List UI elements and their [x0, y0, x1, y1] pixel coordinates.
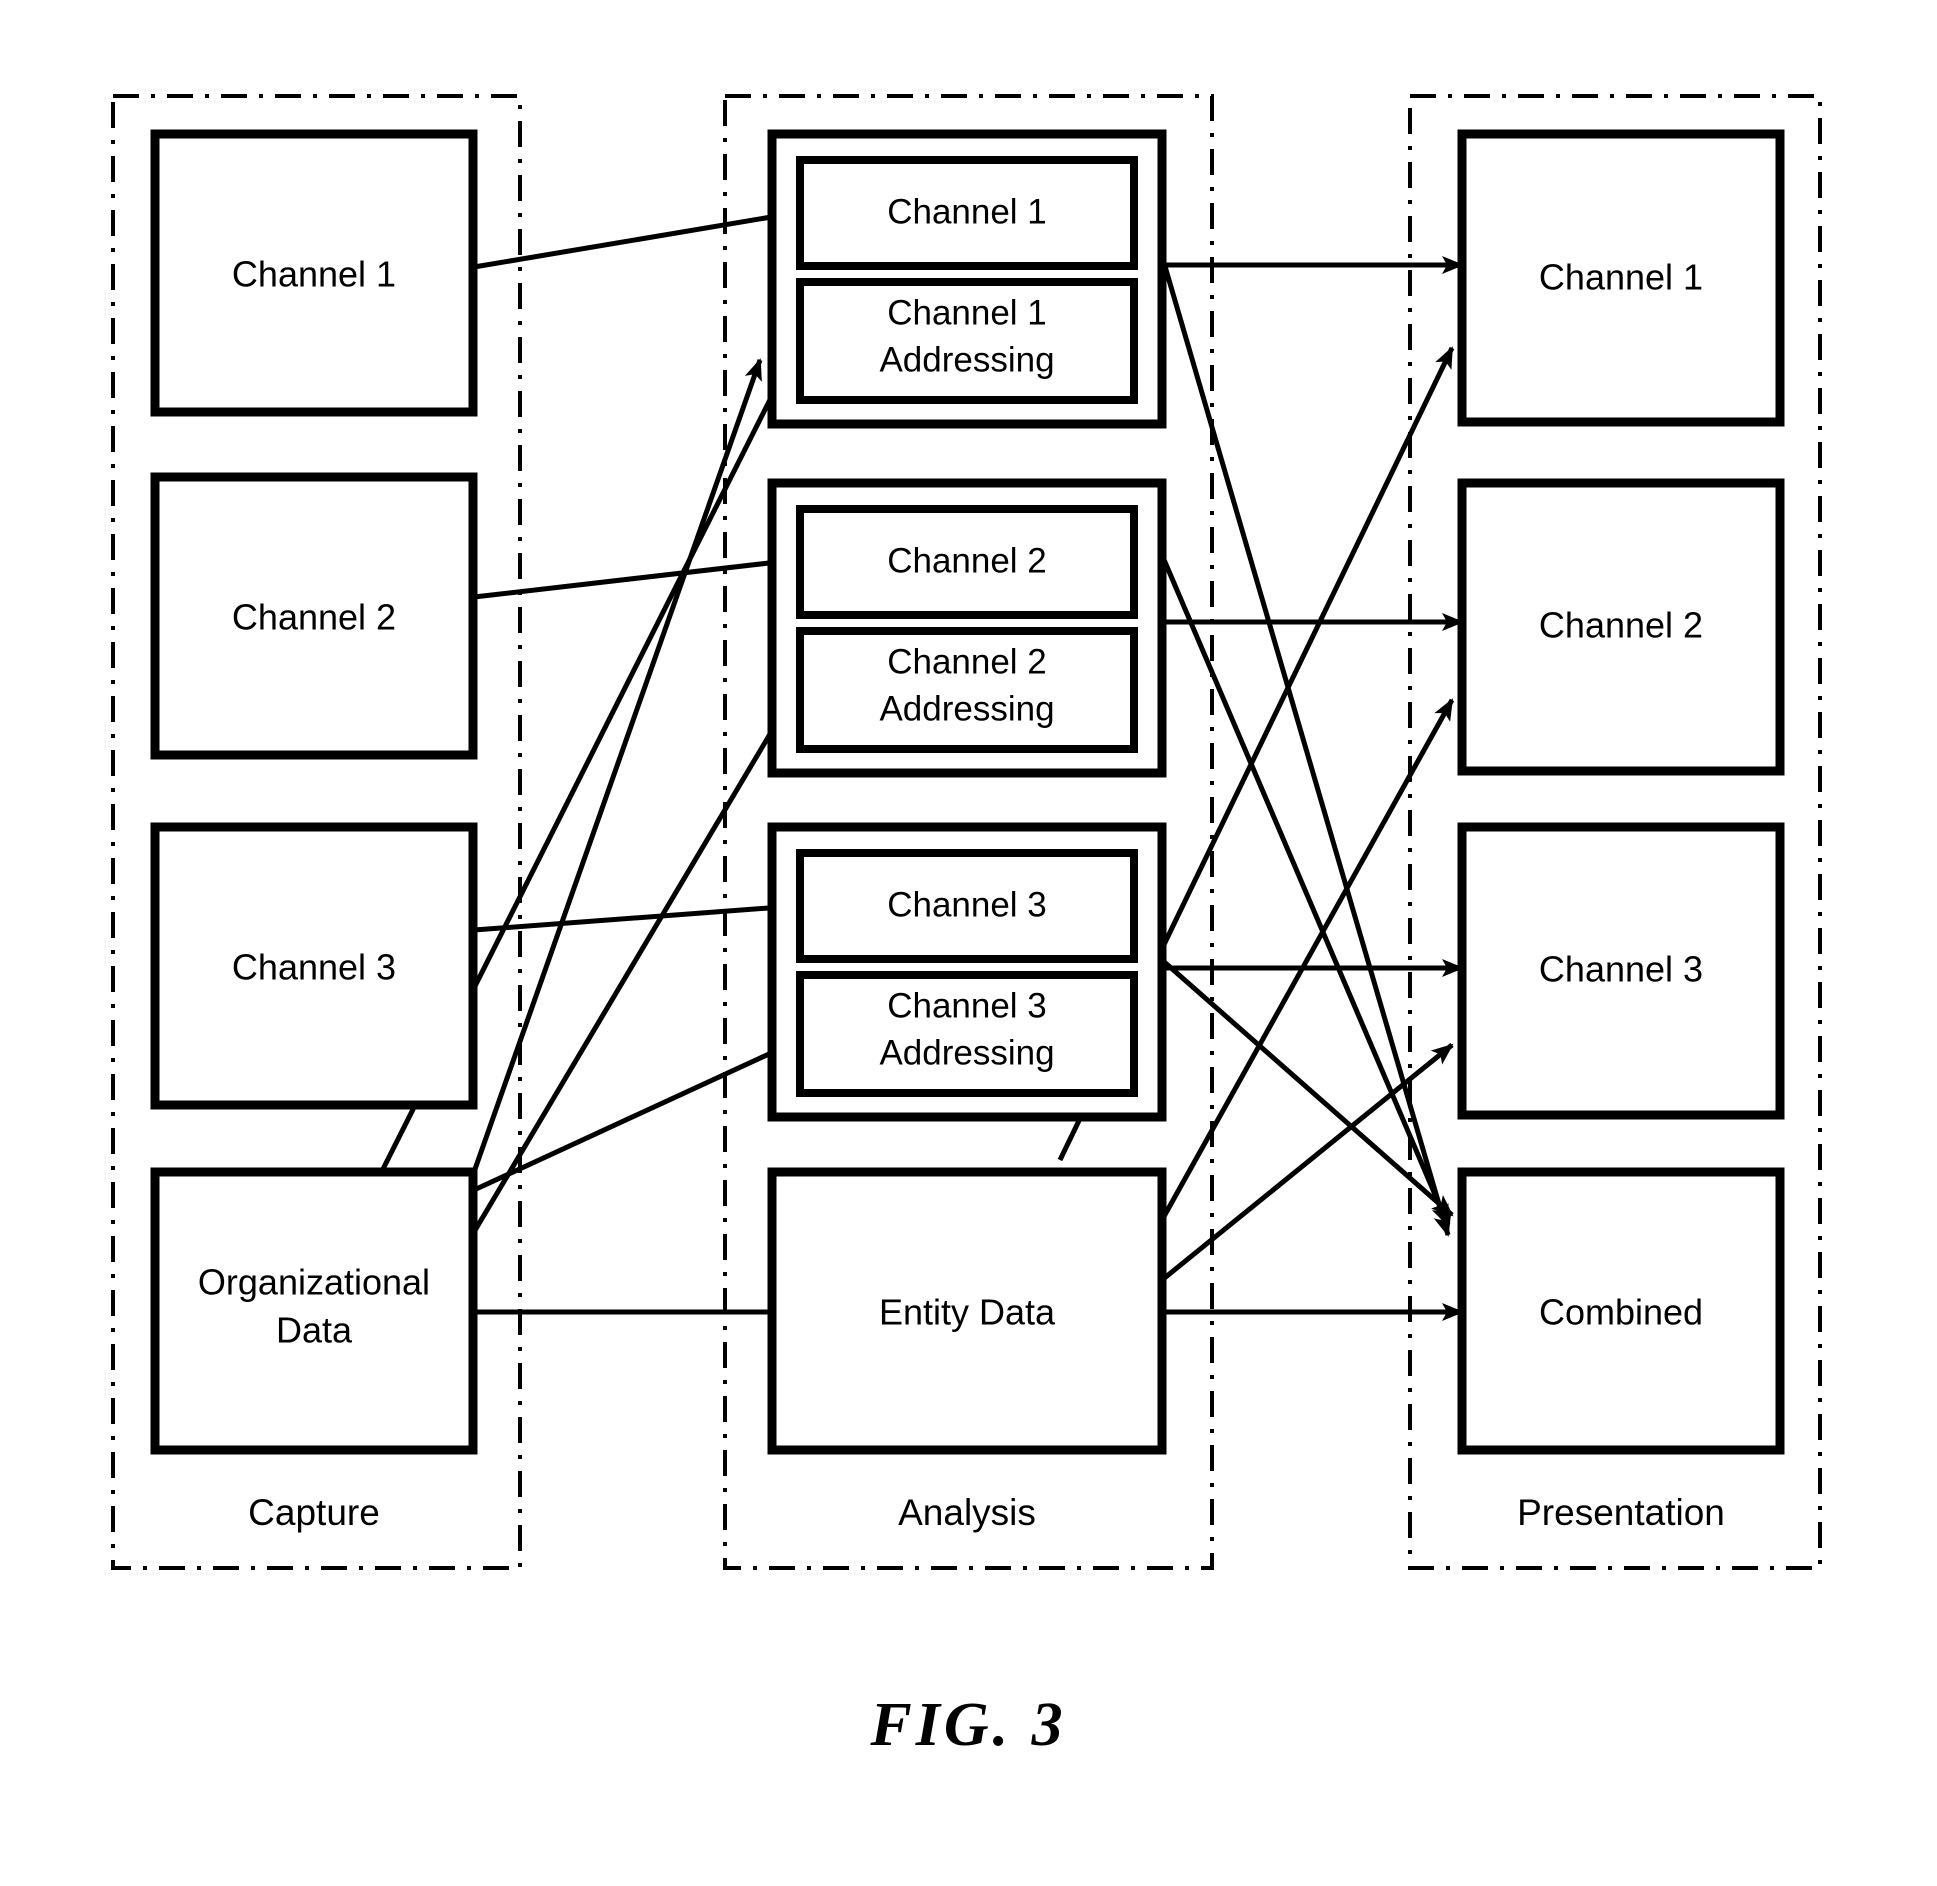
- connector-orgdata-to-ch3-addressing: [472, 1039, 797, 1193]
- presentation-box-combined-label: Combined: [1539, 1292, 1703, 1333]
- analysis-group-3-addressing-label-line2: Addressing: [879, 1033, 1054, 1072]
- connector-capture-ch1-to-analysis-ch1: [473, 207, 797, 270]
- capture-box-organizational-data-label-line1: Organizational: [198, 1262, 430, 1303]
- capture-box-channel-3-label: Channel 3: [232, 947, 396, 988]
- flow-diagram: Channel 1 Channel 2 Channel 3 Organizati…: [111, 94, 1822, 1570]
- presentation-box-channel-2-label: Channel 2: [1539, 605, 1703, 646]
- analysis-group-2-addressing-label-line2: Addressing: [879, 689, 1054, 728]
- zone-label-analysis: Analysis: [898, 1492, 1036, 1533]
- analysis-group-2-addressing-label-line1: Channel 2: [887, 642, 1047, 681]
- analysis-group-3-addressing-label-line1: Channel 3: [887, 986, 1047, 1025]
- patent-figure: Channel 1 Channel 2 Channel 3 Organizati…: [0, 0, 1937, 1886]
- analysis-group-1-channel-label: Channel 1: [887, 192, 1047, 231]
- analysis-group-1-addressing-label-line2: Addressing: [879, 340, 1054, 379]
- analysis-box-entity-data-label: Entity Data: [879, 1292, 1056, 1333]
- analysis-group-3-channel-label: Channel 3: [887, 885, 1047, 924]
- presentation-box-channel-3-label: Channel 3: [1539, 949, 1703, 990]
- presentation-box-channel-1-label: Channel 1: [1539, 257, 1703, 298]
- connector-orgdata-to-ch2-addressing: [471, 690, 798, 1234]
- analysis-group-1-addressing-label-line1: Channel 1: [887, 293, 1047, 332]
- zone-label-presentation: Presentation: [1517, 1492, 1725, 1533]
- connector-capture-ch2-to-analysis-ch2: [473, 553, 797, 600]
- analysis-group-2-channel-label: Channel 2: [887, 541, 1047, 580]
- zone-label-capture: Capture: [248, 1492, 380, 1533]
- capture-box-channel-2-label: Channel 2: [232, 597, 396, 638]
- connector-capture-ch3-to-analysis-ch3: [473, 898, 797, 933]
- figure-caption: FIG. 3: [870, 1691, 1067, 1759]
- capture-box-channel-1-label: Channel 1: [232, 254, 396, 295]
- capture-box-organizational-data-label-line2: Data: [276, 1310, 353, 1351]
- connector-capture-ch3-to-ch1-addressing: [471, 358, 763, 1173]
